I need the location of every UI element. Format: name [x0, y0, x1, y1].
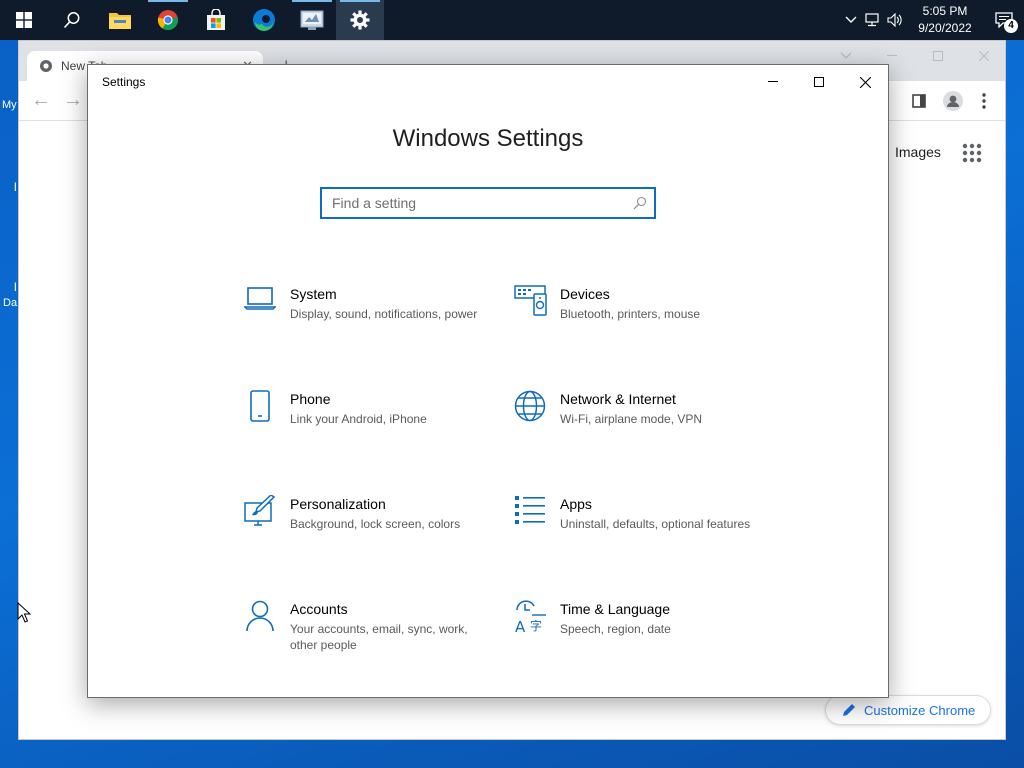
back-arrow-icon[interactable]: ← [31, 89, 51, 112]
search-icon[interactable] [626, 196, 654, 210]
category-description: Bluetooth, printers, mouse [560, 307, 701, 321]
taskbar-search-button[interactable] [48, 0, 96, 40]
control-panel-icon [300, 10, 324, 30]
store-icon [207, 9, 225, 30]
settings-window-title: Settings [102, 75, 146, 89]
images-link[interactable]: Images [895, 144, 941, 160]
category-name: Accounts [290, 601, 348, 617]
gear-icon [350, 10, 370, 30]
category-description: Background, lock screen, colors [290, 517, 461, 531]
category-name: Time & Language [560, 601, 670, 617]
chevron-up-icon [845, 16, 857, 23]
category-description: Uninstall, defaults, optional features [560, 517, 751, 531]
category-name: Apps [560, 496, 592, 512]
settings-maximize-button[interactable] [796, 65, 842, 99]
system-tray: 5:05 PM 9/20/2022 4 [840, 0, 1024, 40]
search-icon [63, 12, 80, 29]
clock-date: 9/20/2022 [918, 21, 972, 35]
pencil-icon [843, 704, 855, 716]
personalization-icon [240, 495, 290, 535]
desktop-icon-label[interactable]: My [2, 99, 17, 111]
category-name: Network & Internet [560, 391, 676, 407]
settings-category-personalization[interactable]: Personalization Background, lock screen,… [240, 495, 490, 565]
globe-icon [510, 390, 560, 430]
settings-category-accounts[interactable]: Accounts Your accounts, email, sync, wor… [240, 600, 490, 670]
action-center-button[interactable]: 4 [984, 0, 1024, 40]
category-description: Link your Android, iPhone [290, 412, 427, 426]
category-description: Wi-Fi, airplane mode, VPN [560, 412, 703, 426]
apps-list-icon [510, 495, 560, 535]
laptop-icon [240, 285, 290, 325]
clock[interactable]: 5:05 PM 9/20/2022 [906, 3, 984, 37]
category-name: Personalization [290, 496, 386, 512]
svg-text:字: 字 [530, 618, 542, 633]
desktop-icon-fragment: l [14, 180, 17, 194]
settings-titlebar[interactable]: Settings [88, 65, 888, 99]
minimize-icon [768, 81, 778, 82]
taskbar-settings[interactable] [336, 0, 384, 40]
settings-category-network[interactable]: Network & Internet Wi-Fi, airplane mode,… [510, 390, 760, 460]
chrome-maximize-button[interactable] [915, 41, 961, 71]
more-menu-icon[interactable] [982, 93, 986, 109]
person-icon [240, 600, 290, 640]
svg-text:A: A [515, 618, 526, 634]
desktop-icon-fragment: l [14, 280, 17, 294]
settings-category-apps[interactable]: Apps Uninstall, defaults, optional featu… [510, 495, 760, 565]
settings-minimize-button[interactable] [750, 65, 796, 99]
settings-category-phone[interactable]: Phone Link your Android, iPhone [240, 390, 490, 460]
taskbar-edge[interactable] [240, 0, 288, 40]
category-name: Devices [560, 286, 610, 302]
minimize-icon [887, 55, 897, 56]
side-panel-icon[interactable] [912, 94, 926, 108]
maximize-icon [814, 77, 824, 87]
windows-logo-icon [16, 12, 32, 28]
category-name: Phone [290, 391, 331, 407]
start-button[interactable] [0, 0, 48, 40]
chrome-favicon-icon [40, 60, 52, 72]
settings-search-box[interactable] [320, 187, 656, 219]
customize-chrome-label: Customize Chrome [864, 702, 976, 718]
profile-avatar-icon[interactable] [943, 91, 963, 111]
category-description: Your accounts, email, sync, work, other … [290, 622, 468, 652]
network-tray[interactable] [862, 0, 884, 40]
desktop-icon-label[interactable]: Da [3, 297, 17, 309]
time-language-icon: A 字 [510, 600, 560, 640]
taskbar-control-panel[interactable] [288, 0, 336, 40]
phone-icon [240, 390, 290, 430]
chrome-close-button[interactable] [961, 41, 1007, 71]
maximize-icon [933, 51, 943, 61]
network-icon [865, 13, 879, 27]
page-title: Windows Settings [392, 125, 584, 152]
close-icon [979, 51, 989, 61]
notification-count-badge: 4 [1004, 19, 1018, 33]
settings-category-system[interactable]: System Display, sound, notifications, po… [240, 285, 490, 355]
taskbar: 5:05 PM 9/20/2022 4 [0, 0, 1024, 40]
folder-icon [109, 13, 131, 29]
taskbar-file-explorer[interactable] [96, 0, 144, 40]
clock-time: 5:05 PM [922, 4, 968, 18]
search-input[interactable] [322, 189, 626, 217]
google-apps-icon[interactable] [962, 143, 982, 163]
settings-category-devices[interactable]: Devices Bluetooth, printers, mouse [510, 285, 760, 355]
category-description: Speech, region, date [560, 622, 671, 636]
show-hidden-icons[interactable] [840, 0, 862, 40]
settings-window: Settings Windows Settings Sys [87, 64, 889, 698]
settings-close-button[interactable] [842, 65, 888, 99]
customize-chrome-button[interactable]: Customize Chrome [825, 695, 991, 725]
edge-icon [253, 9, 275, 31]
chrome-icon [157, 10, 178, 31]
category-name: System [290, 286, 337, 302]
settings-category-time-language[interactable]: A 字 Time & Language Speech, region, date [510, 600, 760, 670]
taskbar-store[interactable] [192, 0, 240, 40]
category-description: Display, sound, notifications, power [290, 307, 478, 321]
chevron-down-icon [840, 52, 852, 59]
devices-icon [510, 285, 560, 325]
mouse-cursor-icon [17, 602, 31, 623]
close-icon [859, 76, 871, 88]
taskbar-chrome[interactable] [144, 0, 192, 40]
volume-icon [887, 13, 902, 27]
volume-tray[interactable] [884, 0, 906, 40]
forward-arrow-icon[interactable]: → [63, 89, 83, 112]
